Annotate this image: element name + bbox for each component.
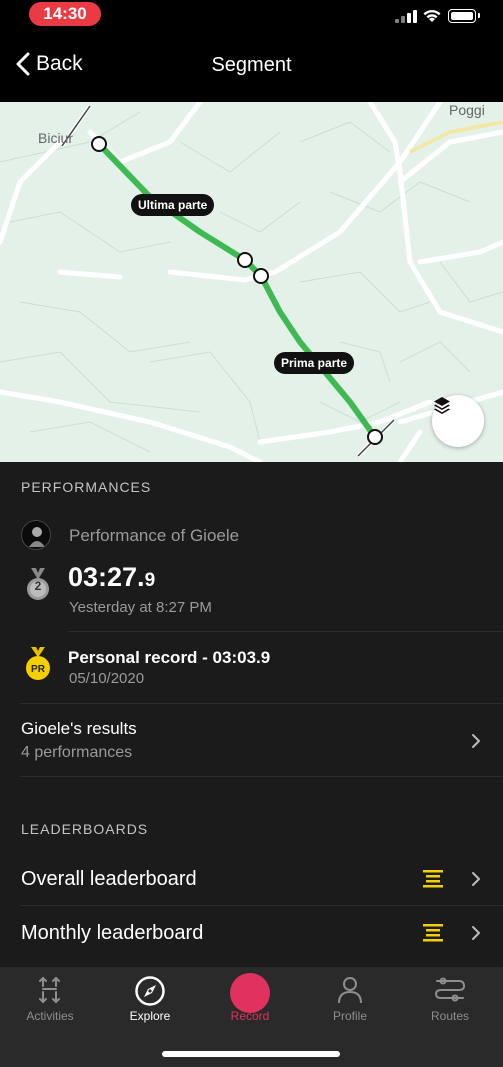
tab-routes-label: Routes [430, 1009, 470, 1023]
performance-date: Yesterday at 8:27 PM [69, 599, 212, 616]
performances-header: PERFORMANCES [21, 479, 152, 495]
chevron-right-icon [472, 872, 480, 886]
cellular-signal-icon [395, 9, 417, 23]
overall-leaderboard-label: Overall leaderboard [21, 868, 197, 890]
performance-time: 03:27.9 [68, 562, 155, 593]
compass-icon [135, 976, 165, 1006]
segment-map[interactable]: Biciur Poggi Ultima parte Prima parte [0, 102, 503, 462]
map-label-first-part: Prima parte [274, 352, 355, 374]
navigation-bar: Back Segment [0, 30, 503, 102]
tab-explore-label: Explore [129, 1009, 171, 1023]
monthly-leaderboard-row[interactable]: Monthly leaderboard [0, 906, 503, 959]
map-town-label-left: Biciur [38, 130, 74, 146]
leaderboards-header: LEADERBOARDS [21, 821, 149, 837]
tab-profile[interactable]: Profile [300, 967, 400, 1027]
person-icon [338, 977, 362, 1004]
divider [20, 776, 503, 777]
activities-icon [39, 976, 60, 1004]
tab-explore[interactable]: Explore [100, 967, 200, 1027]
tab-routes[interactable]: Routes [400, 967, 500, 1027]
monthly-leaderboard-label: Monthly leaderboard [21, 922, 204, 944]
leaderboard-icon [423, 870, 443, 888]
avatar [21, 520, 51, 550]
home-indicator[interactable] [162, 1051, 340, 1057]
tab-activities[interactable]: Activities [0, 967, 100, 1027]
segment-details: PERFORMANCES Performance of Gioele 2 03:… [0, 462, 503, 967]
performance-time-decimal: 9 [144, 570, 156, 591]
chevron-right-icon [472, 926, 480, 940]
wifi-icon [423, 9, 441, 22]
divider [68, 631, 503, 632]
leaderboard-icon [423, 924, 443, 942]
tab-record-label: Record [230, 1009, 270, 1023]
map-canvas [0, 102, 503, 462]
page-title: Segment [211, 54, 292, 76]
map-layers-button[interactable] [432, 395, 484, 447]
status-bar: 14:30 [0, 0, 503, 30]
results-count: 4 performances [21, 744, 133, 761]
performance-owner: Performance of Gioele [69, 526, 240, 545]
record-icon [230, 973, 270, 1013]
gioele-results-row[interactable]: Gioele's results 4 performances [0, 704, 503, 776]
results-title: Gioele's results [21, 719, 137, 738]
routes-icon [434, 977, 466, 1002]
personal-record-title: Personal record - 03:03.9 [68, 648, 271, 667]
overall-leaderboard-row[interactable]: Overall leaderboard [0, 852, 503, 905]
tab-profile-label: Profile [332, 1009, 367, 1023]
tab-activities-label: Activities [26, 1009, 74, 1023]
pr-badge-label: PR [31, 664, 45, 675]
personal-record-badge-icon: PR [24, 647, 52, 686]
map-town-label-right: Poggi [449, 102, 485, 118]
tab-record[interactable]: Record [200, 967, 300, 1027]
rank-number: 2 [34, 579, 42, 593]
status-time: 14:30 [29, 2, 101, 26]
performance-time-main: 03:27. [68, 562, 145, 592]
map-label-last-part: Ultima parte [131, 194, 215, 216]
personal-record-date: 05/10/2020 [69, 670, 145, 687]
battery-icon [448, 9, 480, 23]
layers-icon [434, 397, 450, 414]
chevron-right-icon [472, 734, 480, 748]
